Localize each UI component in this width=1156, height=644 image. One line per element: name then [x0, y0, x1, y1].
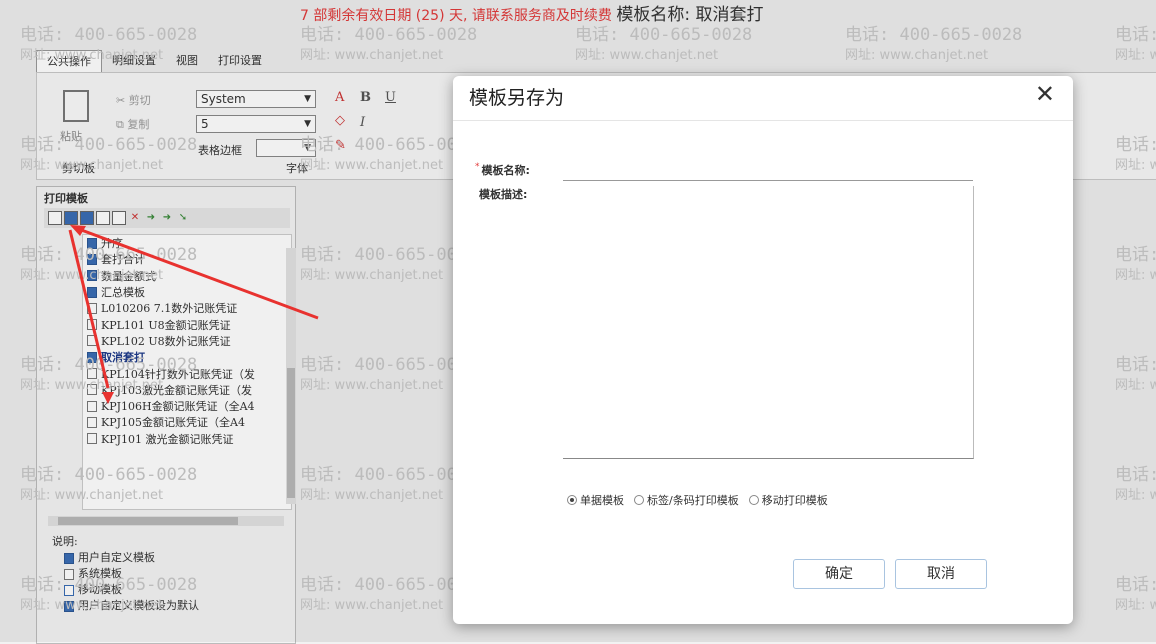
radio-label: 单据模板 — [580, 494, 624, 507]
radio-label: 标签/条码打印模板 — [647, 494, 739, 507]
template-name-label: * 模板名称: — [475, 162, 530, 178]
radio-dot[interactable] — [748, 495, 759, 505]
radio-mobile-template[interactable]: 移动打印模板 — [748, 492, 828, 508]
template-name-label-text: 模板名称: — [481, 164, 530, 177]
radio-label: 移动打印模板 — [761, 494, 828, 507]
close-icon[interactable]: ✕ — [1035, 80, 1055, 108]
dialog-title: 模板另存为 — [469, 87, 565, 109]
template-name-input[interactable] — [563, 158, 973, 181]
save-as-dialog: 模板另存为 ✕ * 模板名称: 模板描述: 单据模板 标签/条码打印模板 移动打印… — [453, 76, 1073, 624]
radio-dot[interactable] — [567, 495, 577, 505]
cancel-button[interactable]: 取消 — [895, 559, 987, 589]
radio-label-barcode-template[interactable]: 标签/条码打印模板 — [634, 492, 739, 508]
template-desc-label: 模板描述: — [479, 188, 528, 201]
template-desc-textarea[interactable] — [563, 186, 974, 459]
dialog-divider — [453, 120, 1073, 121]
radio-dot[interactable] — [634, 495, 644, 505]
required-asterisk: * — [475, 162, 480, 172]
confirm-button[interactable]: 确定 — [793, 559, 885, 589]
radio-document-template[interactable]: 单据模板 — [567, 492, 624, 508]
template-type-radio-group: 单据模板 标签/条码打印模板 移动打印模板 — [567, 492, 834, 508]
